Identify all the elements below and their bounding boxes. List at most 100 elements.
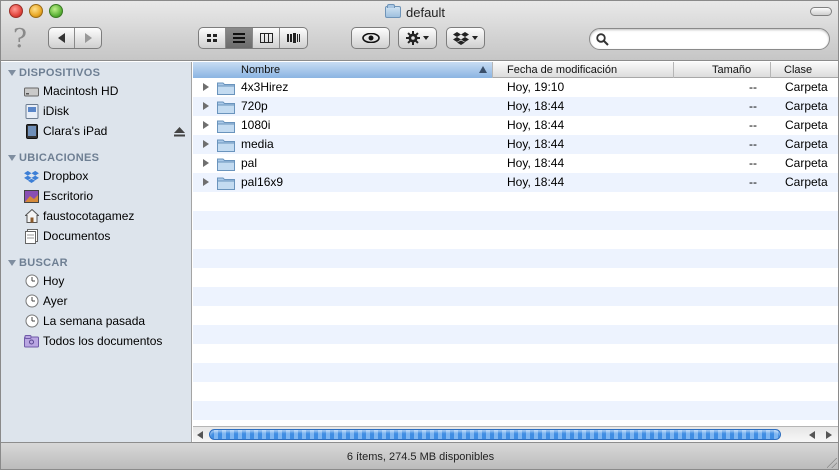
sidebar-item-dropbox[interactable]: Dropbox (24, 167, 88, 185)
window-title: default (385, 4, 445, 20)
table-row[interactable]: pal16x9 Hoy, 18:44 -- Carpeta (193, 173, 838, 192)
sidebar-item-last-week[interactable]: La semana pasada (24, 312, 145, 330)
sidebar-item-today[interactable]: Hoy (24, 272, 64, 290)
empty-row (193, 306, 838, 325)
disclosure-triangle-icon[interactable] (203, 102, 209, 110)
window-title-text: default (406, 4, 446, 20)
file-name: pal (241, 156, 258, 170)
zoom-window-button[interactable] (49, 4, 63, 18)
back-button[interactable] (49, 28, 75, 48)
status-bar: 6 ítems, 274.5 MB disponibles (1, 442, 838, 469)
scroll-right-icon[interactable] (826, 431, 832, 439)
sidebar-section-title: DISPOSITIVOS (19, 67, 101, 79)
resize-grip-icon[interactable] (827, 458, 837, 468)
file-date: Hoy, 18:44 (507, 99, 565, 113)
desktop-icon (24, 189, 39, 204)
table-row[interactable]: pal Hoy, 18:44 -- Carpeta (193, 154, 838, 173)
empty-row (193, 287, 838, 306)
close-window-button[interactable] (9, 4, 23, 18)
search-field[interactable] (589, 28, 830, 50)
toolbar: default ? (1, 1, 838, 61)
sidebar-item-label: faustocotagamez (43, 209, 135, 223)
scrollbar-thumb[interactable] (209, 429, 781, 440)
column-view-icon (259, 33, 273, 43)
sidebar-section-search[interactable]: BUSCAR (8, 257, 68, 269)
dropbox-icon (453, 32, 469, 45)
sidebar-item-home[interactable]: faustocotagamez (24, 207, 134, 225)
status-text: 6 ítems, 274.5 MB disponibles (346, 451, 495, 463)
sidebar-item-macintosh-hd[interactable]: Macintosh HD (24, 82, 118, 100)
column-header-date[interactable]: Fecha de modificación (493, 62, 674, 78)
back-forward-control (48, 27, 102, 49)
sidebar-item-all-documents[interactable]: Todos los documentos (24, 332, 162, 350)
smart-folder-icon (24, 334, 39, 349)
disclosure-triangle-icon[interactable] (203, 83, 209, 91)
icon-view-icon (206, 33, 217, 42)
disclosure-triangle-icon[interactable] (203, 140, 209, 148)
dropbox-menu-button[interactable] (446, 27, 485, 49)
disclosure-triangle-icon (8, 70, 16, 76)
minimize-window-button[interactable] (29, 4, 43, 18)
sidebar-item-desktop[interactable]: Escritorio (24, 187, 93, 205)
search-icon (596, 33, 609, 46)
scroll-left-icon[interactable] (809, 431, 815, 439)
file-kind: Carpeta (785, 156, 828, 170)
sidebar-section-places[interactable]: UBICACIONES (8, 152, 99, 164)
folder-icon (217, 158, 235, 171)
file-kind: Carpeta (785, 80, 828, 94)
table-row[interactable]: 1080i Hoy, 18:44 -- Carpeta (193, 116, 838, 135)
sidebar-item-yesterday[interactable]: Ayer (24, 292, 67, 310)
help-question-icon[interactable]: ? (13, 26, 27, 52)
file-date: Hoy, 18:44 (507, 175, 565, 189)
sidebar-item-documents[interactable]: Documentos (24, 227, 110, 245)
list-view-button[interactable] (226, 28, 253, 48)
column-header-name[interactable]: Nombre (193, 62, 493, 78)
empty-row (193, 192, 838, 211)
forward-arrow-icon (84, 33, 92, 43)
toolbar-toggle-button[interactable] (810, 7, 832, 16)
chevron-down-icon (472, 36, 478, 40)
list-view-icon (233, 33, 245, 43)
icon-view-button[interactable] (199, 28, 226, 48)
ipad-icon (24, 123, 39, 139)
sidebar-section-title: BUSCAR (19, 257, 68, 269)
sidebar-item-label: Todos los documentos (43, 334, 163, 348)
sort-ascending-icon (479, 66, 487, 73)
disclosure-triangle-icon (8, 155, 16, 161)
folder-icon (217, 120, 235, 133)
table-row[interactable]: 4x3Hirez Hoy, 19:10 -- Carpeta (193, 78, 838, 97)
sidebar-item-idisk[interactable]: iDisk (24, 102, 69, 120)
home-icon (24, 209, 39, 224)
coverflow-view-button[interactable] (280, 28, 307, 48)
clock-icon (24, 314, 39, 329)
horizontal-scrollbar[interactable] (193, 426, 838, 442)
column-header-kind[interactable]: Clase (771, 62, 838, 78)
table-row[interactable]: media Hoy, 18:44 -- Carpeta (193, 135, 838, 154)
folder-icon (217, 82, 235, 95)
sidebar: DISPOSITIVOS Macintosh HD iDisk Clara's … (1, 62, 192, 442)
action-menu-button[interactable] (398, 27, 437, 49)
search-input[interactable] (612, 32, 822, 46)
file-size: -- (749, 80, 757, 94)
documents-icon (24, 228, 39, 244)
column-header-size[interactable]: Tamaño (674, 62, 771, 78)
table-row[interactable]: 720p Hoy, 18:44 -- Carpeta (193, 97, 838, 116)
scroll-left-icon[interactable] (197, 431, 203, 439)
sidebar-item-label: Dropbox (43, 169, 89, 183)
forward-button[interactable] (75, 28, 101, 48)
empty-row (193, 363, 838, 382)
sidebar-item-label: Hoy (43, 274, 65, 288)
sidebar-item-ipad[interactable]: Clara's iPad (24, 122, 107, 140)
clock-icon (24, 294, 39, 309)
disclosure-triangle-icon[interactable] (203, 121, 209, 129)
eject-icon[interactable] (174, 126, 185, 140)
column-view-button[interactable] (253, 28, 280, 48)
sidebar-item-label: Macintosh HD (43, 84, 119, 98)
sidebar-section-devices[interactable]: DISPOSITIVOS (8, 67, 100, 79)
disclosure-triangle-icon[interactable] (203, 159, 209, 167)
disclosure-triangle-icon[interactable] (203, 178, 209, 186)
file-size: -- (749, 99, 757, 113)
quick-look-button[interactable] (351, 27, 390, 49)
file-size: -- (749, 137, 757, 151)
file-kind: Carpeta (785, 175, 828, 189)
